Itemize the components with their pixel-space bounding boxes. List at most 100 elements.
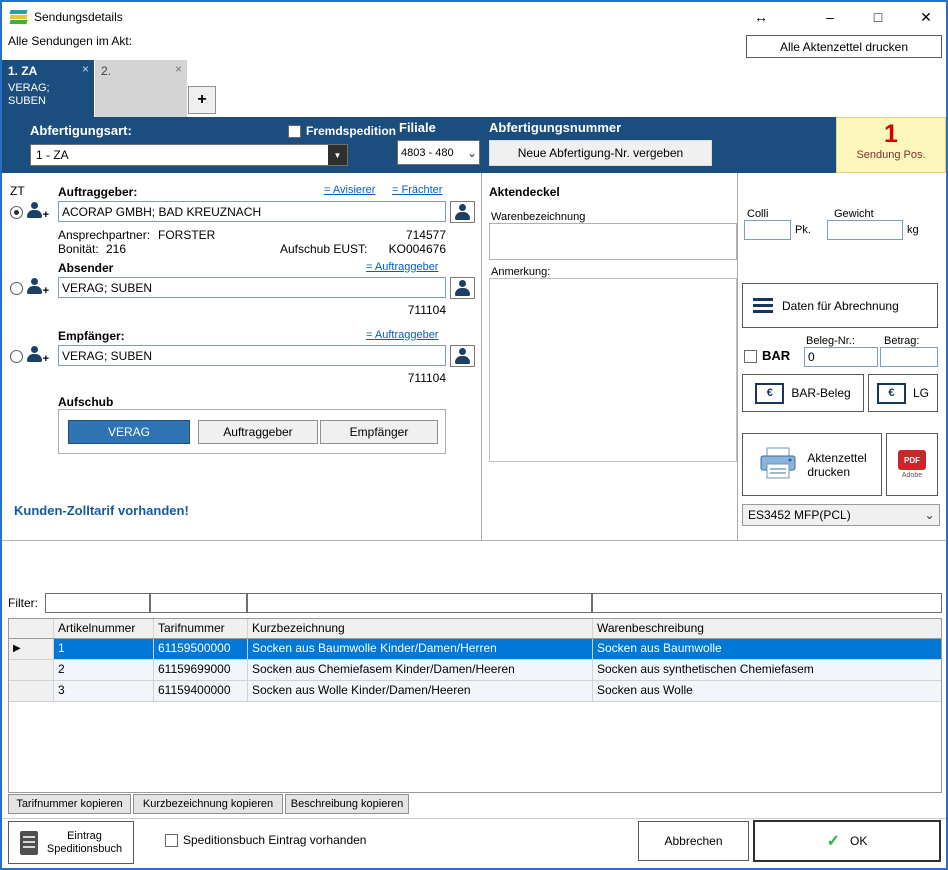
anmerkung-textarea[interactable] (489, 278, 737, 462)
check-icon: ✓ (827, 831, 840, 851)
colli-input[interactable] (744, 220, 791, 240)
absender-input[interactable] (58, 277, 446, 298)
aktenzettel-label-line1: Aktenzettel (807, 451, 866, 465)
bonitaet-value: 216 (106, 242, 126, 256)
daten-abrechnung-button[interactable]: Daten für Abrechnung (742, 283, 938, 328)
row-selector-cell: ▶ (9, 639, 54, 659)
close-button[interactable]: ✕ (911, 6, 941, 28)
minimize-button[interactable]: – (815, 6, 845, 28)
bar-checkbox[interactable] (744, 350, 757, 363)
speditionsbuch-eintrag-button[interactable]: Eintrag Speditionsbuch (8, 821, 134, 864)
tab-title: 2. (101, 64, 111, 78)
person-icon (454, 348, 471, 364)
empfaenger-add-contact-icon[interactable]: + (26, 346, 50, 366)
anmerkung-label: Anmerkung: (491, 266, 550, 278)
add-shipment-tab-button[interactable]: + (188, 86, 216, 114)
aktendeckel-title: Aktendeckel (489, 185, 560, 199)
bar-beleg-button[interactable]: € BAR-Beleg (742, 374, 864, 412)
column-header[interactable]: Warenbeschreibung (593, 619, 941, 638)
cell-tarifnummer: 61159699000 (154, 660, 248, 680)
table-row[interactable]: 2 61159699000 Socken aus Chemiefasem Kin… (9, 660, 941, 681)
new-abfertigungsnummer-button[interactable]: Neue Abfertigung-Nr. vergeben (489, 140, 712, 166)
empfaenger-input[interactable] (58, 345, 446, 366)
resize-arrows-icon[interactable]: ↔ (747, 6, 775, 28)
column-header[interactable]: Artikelnummer (54, 619, 154, 638)
printer-select[interactable]: ES3452 MFP(PCL) ⌄ (742, 504, 940, 526)
position-label: Sendung Pos. (837, 149, 945, 161)
cell-artikelnummer: 1 (54, 639, 154, 659)
aktenzettel-drucken-button[interactable]: Aktenzettel drucken (742, 433, 882, 496)
ansprechpartner-value: FORSTER (158, 228, 215, 242)
combo-chevron-icon[interactable]: ⌄ (465, 141, 479, 164)
filter-input-artikelnummer[interactable] (45, 593, 150, 613)
person-icon: + (26, 346, 43, 362)
table-row[interactable]: ▶ 1 61159500000 Socken aus Baumwolle Kin… (9, 639, 941, 660)
column-header[interactable]: Kurzbezeichnung (248, 619, 593, 638)
filter-input-kurzbezeichnung[interactable] (247, 593, 592, 613)
fremdspedition-checkbox[interactable] (288, 125, 301, 138)
shipment-tab-2[interactable]: 2. × (95, 60, 187, 117)
ok-label: OK (850, 834, 867, 848)
tab-close-icon[interactable]: × (175, 62, 182, 76)
beleg-nr-input[interactable] (804, 347, 878, 367)
filter-input-tarifnummer[interactable] (150, 593, 247, 613)
filter-input-warenbeschreibung[interactable] (592, 593, 942, 613)
book-icon (20, 831, 38, 855)
list-icon (753, 298, 773, 313)
printer-icon (757, 447, 799, 483)
empfaenger-radio[interactable] (10, 350, 23, 363)
speditionsbuch-checkbox[interactable] (165, 834, 178, 847)
auftraggeber-contact-lookup-button[interactable] (450, 201, 475, 223)
cancel-button[interactable]: Abbrechen (638, 821, 749, 861)
aufschub-auftraggeber-button[interactable]: Auftraggeber (198, 420, 318, 444)
filiale-combo[interactable]: 4803 - 480 ⌄ (397, 140, 480, 165)
absender-auftraggeber-link[interactable]: = Auftraggeber (366, 261, 438, 273)
divider (2, 540, 946, 541)
betrag-input[interactable] (880, 347, 938, 367)
auftraggeber-add-contact-icon[interactable]: + (26, 202, 50, 222)
empfaenger-contact-lookup-button[interactable] (450, 345, 475, 367)
fraechter-link[interactable]: = Frächter (392, 184, 442, 196)
shipment-tab-1[interactable]: 1. ZA × VERAG; SUBEN (2, 60, 94, 117)
maximize-button[interactable]: □ (863, 6, 893, 28)
absender-radio[interactable] (10, 282, 23, 295)
auftraggeber-radio[interactable] (10, 206, 23, 219)
absender-label: Absender (58, 261, 113, 275)
warenbezeichnung-input[interactable] (489, 223, 737, 260)
pk-label: Pk. (795, 224, 811, 236)
combo-chevron-icon[interactable]: ⌄ (920, 505, 939, 525)
avisierer-link[interactable]: = Avisierer (324, 184, 375, 196)
cell-tarifnummer: 61159500000 (154, 639, 248, 659)
cell-warenbeschreibung: Socken aus synthetischen Chemiefasem (593, 660, 941, 680)
copy-beschreibung-button[interactable]: Beschreibung kopieren (285, 794, 409, 814)
window-title: Sendungsdetails (34, 10, 123, 24)
aufschub-empfaenger-button[interactable]: Empfänger (320, 420, 438, 444)
empfaenger-label: Empfänger: (58, 329, 125, 343)
person-icon (454, 280, 471, 296)
zolltarif-note: Kunden-Zolltarif vorhanden! (14, 503, 189, 518)
pdf-export-button[interactable]: PDF Adobe (886, 433, 938, 496)
auftraggeber-number: 714577 (340, 228, 446, 242)
lg-button[interactable]: € LG (868, 374, 938, 412)
empfaenger-auftraggeber-link[interactable]: = Auftraggeber (366, 329, 438, 341)
copy-kurzbezeichnung-button[interactable]: Kurzbezeichnung kopieren (133, 794, 283, 814)
abfertigungsart-dropdown[interactable]: 1 - ZA ▼ (30, 144, 348, 166)
tab-close-icon[interactable]: × (82, 62, 89, 76)
absender-add-contact-icon[interactable]: + (26, 278, 50, 298)
plus-icon: + (43, 210, 49, 221)
cell-artikelnummer: 2 (54, 660, 154, 680)
shipments-label: Alle Sendungen im Akt: (8, 34, 132, 48)
euro-banknote-icon: € (755, 383, 784, 404)
copy-tarifnummer-button[interactable]: Tarifnummer kopieren (8, 794, 131, 814)
aufschub-verag-button[interactable]: VERAG (68, 420, 190, 444)
column-header[interactable]: Tarifnummer (154, 619, 248, 638)
filter-label: Filter: (8, 596, 38, 610)
print-all-aktenzettel-button[interactable]: Alle Aktenzettel drucken (746, 35, 942, 58)
auftraggeber-input[interactable] (58, 201, 446, 222)
absender-contact-lookup-button[interactable] (450, 277, 475, 299)
dropdown-arrow-icon[interactable]: ▼ (328, 145, 347, 165)
abfertigungsart-value: 1 - ZA (31, 145, 328, 165)
gewicht-input[interactable] (827, 220, 903, 240)
table-row[interactable]: 3 61159400000 Socken aus Wolle Kinder/Da… (9, 681, 941, 702)
ok-button[interactable]: ✓ OK (753, 820, 941, 862)
